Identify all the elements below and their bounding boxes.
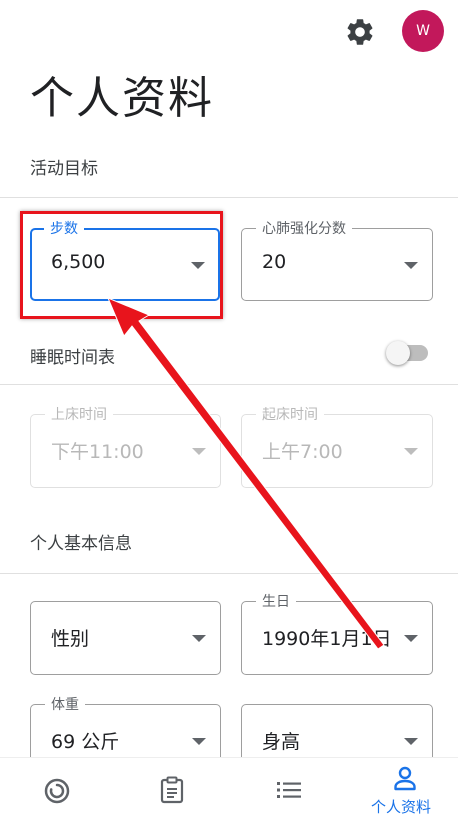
annotation-arrow <box>107 297 385 650</box>
